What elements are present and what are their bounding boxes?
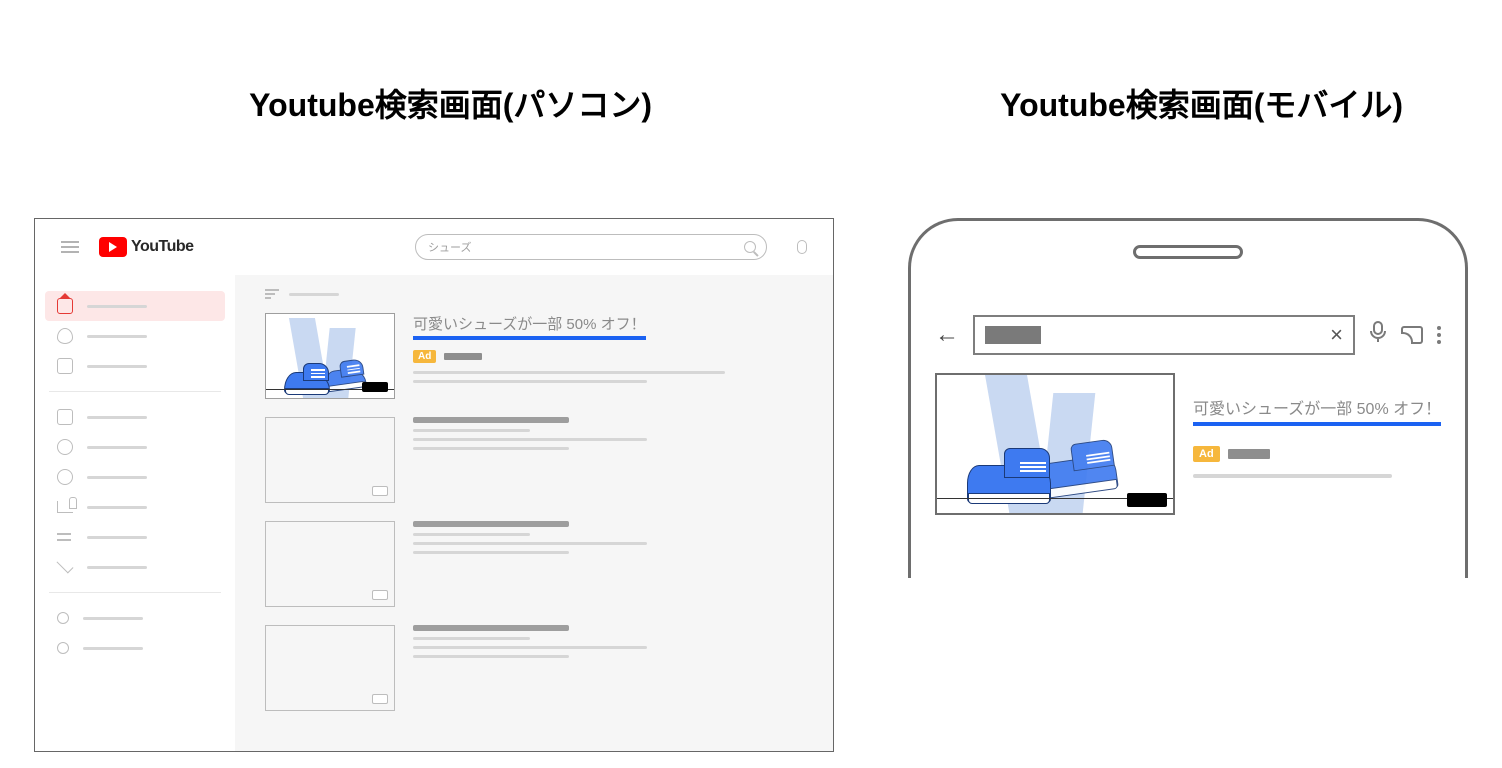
phone-speaker [1133,245,1243,259]
menu-icon[interactable] [61,241,79,253]
ad-advertiser-placeholder [444,353,482,360]
youtube-play-icon [99,237,127,257]
ad-result[interactable]: 可愛いシューズが一部 50% オフ！ Ad [265,313,803,399]
duration-badge [362,382,388,392]
ad-thumbnail [265,313,395,399]
voice-search-icon[interactable] [797,240,807,254]
sidebar-subscription-channel[interactable] [45,633,225,663]
thumb-up-icon [57,501,73,513]
playlist-icon [57,529,73,545]
desktop-header: YouTube シューズ [35,219,833,275]
clock-icon [57,469,73,485]
search-query-text: シューズ [428,239,471,255]
video-thumbnail [265,625,395,711]
video-result[interactable] [265,625,803,711]
sidebar [35,275,235,751]
back-icon[interactable]: ← [935,321,959,349]
duration-badge [372,694,388,704]
filter-button[interactable] [265,289,803,299]
sidebar-item-subscriptions[interactable] [45,351,225,381]
video-thumbnail [265,521,395,607]
channel-avatar-icon [57,612,69,624]
youtube-logo[interactable]: YouTube [99,237,194,257]
fire-icon [57,328,73,344]
voice-search-icon[interactable] [1369,321,1387,349]
ad-headline: 可愛いシューズが一部 50% オフ！ [413,313,646,340]
sidebar-item-home[interactable] [45,291,225,321]
cast-icon[interactable] [1401,326,1423,344]
mobile-search-input[interactable]: × [973,315,1355,355]
search-input[interactable]: シューズ [415,234,767,260]
youtube-logo-text: YouTube [131,238,194,256]
home-icon [57,298,73,314]
video-result[interactable] [265,521,803,607]
chevron-down-icon [57,557,74,574]
search-icon[interactable] [744,241,756,253]
duration-badge [1127,493,1167,507]
duration-badge [372,590,388,600]
sidebar-item-watch-later[interactable] [45,462,225,492]
sidebar-subscription-channel[interactable] [45,603,225,633]
sidebar-item-playlists[interactable] [45,522,225,552]
channel-avatar-icon [57,642,69,654]
search-results: 可愛いシューズが一部 50% オフ！ Ad [235,275,833,751]
ad-badge: Ad [413,350,436,363]
library-icon [57,409,73,425]
sidebar-item-liked[interactable] [45,492,225,522]
sidebar-item-show-more[interactable] [45,552,225,582]
ad-thumbnail [935,373,1175,515]
history-icon [57,439,73,455]
clear-icon[interactable]: × [1330,322,1343,348]
video-result[interactable] [265,417,803,503]
more-options-icon[interactable] [1437,326,1441,344]
ad-badge: Ad [1193,446,1220,462]
sidebar-item-trending[interactable] [45,321,225,351]
sidebar-item-library[interactable] [45,402,225,432]
mobile-ad-result[interactable]: 可愛いシューズが一部 50% オフ！ Ad [935,373,1441,515]
ad-advertiser-placeholder [1228,449,1270,459]
desktop-mockup: YouTube シューズ [34,218,834,752]
search-query-placeholder [985,326,1041,344]
sidebar-item-history[interactable] [45,432,225,462]
heading-mobile: Youtube検索画面(モバイル) [901,80,1502,126]
heading-desktop: Youtube検索画面(パソコン) [0,80,901,126]
subscriptions-icon [57,358,73,374]
video-thumbnail [265,417,395,503]
mobile-toolbar: ← × [935,315,1441,355]
mobile-mockup: ← × 可愛いシューズが一部 50% オフ！ Ad [908,218,1468,578]
filter-icon [265,289,279,299]
duration-badge [372,486,388,496]
ad-headline: 可愛いシューズが一部 50% オフ！ [1193,395,1441,426]
